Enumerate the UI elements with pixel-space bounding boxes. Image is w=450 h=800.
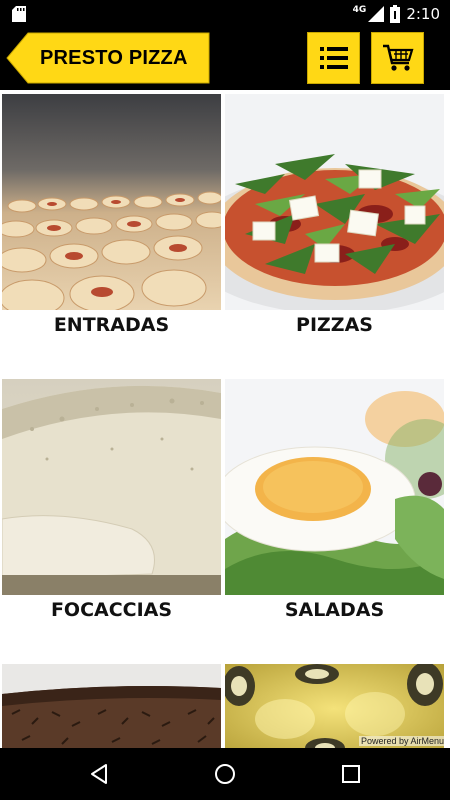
nav-home-button[interactable] xyxy=(212,761,238,787)
dough-photo xyxy=(2,379,221,595)
brand-back-button[interactable]: PRESTO PIZZA xyxy=(6,32,210,84)
navigation-bar xyxy=(0,748,450,800)
cart-icon xyxy=(382,44,413,71)
category-label: FOCACCIAS xyxy=(50,599,173,621)
top-bar: PRESTO PIZZA xyxy=(0,28,450,90)
category-dessert[interactable] xyxy=(2,664,221,748)
sd-card-icon xyxy=(12,6,26,22)
category-focaccias[interactable]: FOCACCIAS xyxy=(2,379,221,659)
category-label: SALADAS xyxy=(284,599,385,621)
pizza-arugula-photo xyxy=(225,94,444,310)
chocolate-dessert-photo xyxy=(2,664,221,748)
appetizer-rolls-photo xyxy=(2,94,221,310)
powered-by-text: Powered by AirMenu xyxy=(358,736,446,746)
back-icon xyxy=(91,764,107,784)
nav-recents-button[interactable] xyxy=(338,761,364,787)
category-saladas[interactable]: SALADAS xyxy=(225,379,444,659)
category-grid: ENTRADAS PIZZAS FOCACCIAS SALADAS xyxy=(0,90,450,748)
status-bar: 4G 2:10 xyxy=(0,0,450,28)
recents-icon xyxy=(342,765,360,783)
clock: 2:10 xyxy=(406,5,440,23)
brand-title: PRESTO PIZZA xyxy=(40,47,188,69)
menu-button[interactable] xyxy=(307,32,360,84)
battery-icon xyxy=(390,5,401,23)
category-label: PIZZAS xyxy=(296,314,373,336)
nav-back-button[interactable] xyxy=(86,761,112,787)
category-label: ENTRADAS xyxy=(53,314,170,336)
network-type: 4G xyxy=(352,5,367,15)
signal-icon xyxy=(368,6,385,22)
category-pizzas[interactable]: PIZZAS xyxy=(225,94,444,374)
cart-button[interactable] xyxy=(371,32,424,84)
egg-salad-photo xyxy=(225,379,444,595)
home-icon xyxy=(215,764,235,784)
category-entradas[interactable]: ENTRADAS xyxy=(2,94,221,374)
menu-icon xyxy=(319,47,348,69)
